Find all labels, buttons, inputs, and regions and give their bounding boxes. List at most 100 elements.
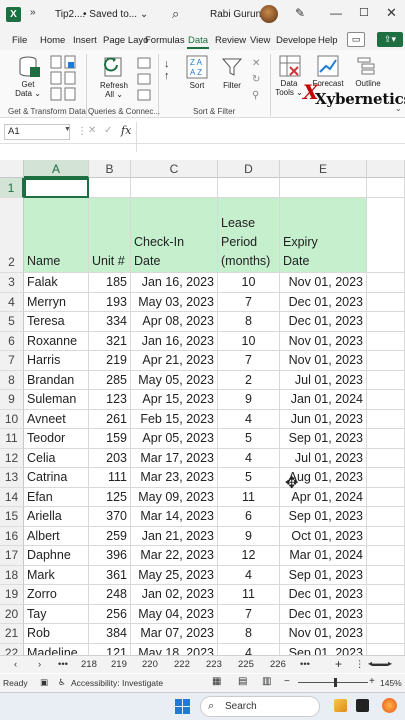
table-cell-lease[interactable]: 11 [218, 585, 280, 605]
tab-home[interactable]: Home [40, 35, 65, 46]
search-icon[interactable]: ⌕ [172, 6, 179, 22]
row-header[interactable]: 4 [0, 292, 24, 312]
table-cell-lease[interactable]: 4 [218, 448, 280, 468]
table-cell-lease[interactable]: 4 [218, 643, 280, 655]
filter-button[interactable]: Filter [216, 81, 248, 90]
pen-icon[interactable]: ✎ [295, 6, 305, 20]
table-header-cell[interactable]: Unit # [89, 198, 131, 273]
user-name[interactable]: Rabi Gurung [210, 9, 267, 20]
table-cell-lease[interactable]: 4 [218, 565, 280, 585]
zoom-slider-handle[interactable] [334, 678, 337, 687]
table-cell-unit[interactable]: 370 [89, 507, 131, 527]
cell[interactable] [367, 409, 405, 429]
table-cell-name[interactable]: Roxanne [24, 331, 89, 351]
refresh-all-button[interactable]: Refresh All ⌄ [96, 81, 132, 99]
quick-access-more-button[interactable]: » [30, 7, 36, 18]
row-header[interactable]: 8 [0, 370, 24, 390]
page-break-view-icon[interactable]: ▥ [262, 676, 271, 687]
table-cell-lease[interactable]: 10 [218, 331, 280, 351]
macro-record-icon[interactable]: ▣ [40, 677, 48, 688]
cell[interactable] [367, 526, 405, 546]
accessibility-status[interactable]: Accessibility: Investigate [71, 678, 163, 688]
table-cell-checkin[interactable]: Apr 15, 2023 [131, 390, 218, 410]
table-cell-name[interactable]: Zorro [24, 585, 89, 605]
minimize-icon[interactable]: — [330, 6, 342, 20]
horizontal-scrollbar[interactable]: ◂▬▬▸ [368, 659, 392, 668]
enter-icon[interactable]: ✓ [104, 125, 112, 136]
table-cell-expiry[interactable]: Oct 01, 2023 [280, 526, 367, 546]
cell[interactable] [367, 390, 405, 410]
row-header[interactable]: 17 [0, 546, 24, 566]
table-cell-unit[interactable]: 361 [89, 565, 131, 585]
table-cell-name[interactable]: Teresa [24, 312, 89, 332]
table-cell-checkin[interactable]: May 03, 2023 [131, 292, 218, 312]
sheets-more-right-icon[interactable]: ••• [300, 659, 310, 670]
cell[interactable] [367, 273, 405, 293]
table-cell-lease[interactable]: 5 [218, 468, 280, 488]
table-cell-checkin[interactable]: Feb 15, 2023 [131, 409, 218, 429]
table-cell-checkin[interactable]: Mar 14, 2023 [131, 507, 218, 527]
table-cell-name[interactable]: Tay [24, 604, 89, 624]
table-cell-unit[interactable]: 321 [89, 331, 131, 351]
tab-help[interactable]: Help [318, 35, 338, 46]
table-cell-lease[interactable]: 2 [218, 370, 280, 390]
cell[interactable] [367, 198, 405, 273]
table-cell-checkin[interactable]: May 25, 2023 [131, 565, 218, 585]
table-cell-name[interactable]: Harris [24, 351, 89, 371]
column-header-e[interactable]: E [280, 160, 367, 178]
table-cell-unit[interactable]: 259 [89, 526, 131, 546]
close-icon[interactable]: ✕ [386, 5, 397, 21]
advanced-filter-icons[interactable]: ✕ ↻ ⚲ [252, 56, 260, 104]
table-cell-expiry[interactable]: Dec 01, 2023 [280, 292, 367, 312]
table-cell-unit[interactable]: 256 [89, 604, 131, 624]
comment-icon[interactable]: ▭ [347, 32, 365, 47]
cell[interactable] [367, 468, 405, 488]
row-header[interactable]: 3 [0, 273, 24, 293]
table-cell-name[interactable]: Teodor [24, 429, 89, 449]
share-icon[interactable]: ⇪▾ [377, 32, 403, 47]
sort-button[interactable]: Sort [184, 81, 210, 90]
table-cell-unit[interactable]: 203 [89, 448, 131, 468]
table-cell-unit[interactable]: 384 [89, 624, 131, 644]
name-box-dropdown-icon[interactable]: ▼ [64, 126, 71, 133]
table-cell-name[interactable]: Mark [24, 565, 89, 585]
get-data-button[interactable]: Get Data ⌄ [12, 80, 44, 98]
spreadsheet-grid[interactable]: A B C D E 1 2 Name Unit # Check-In Date Lease Peri… [0, 160, 405, 655]
tab-view[interactable]: View [250, 35, 270, 46]
table-cell-expiry[interactable]: Dec 01, 2023 [280, 604, 367, 624]
cell[interactable] [367, 429, 405, 449]
cell[interactable] [367, 643, 405, 655]
table-cell-checkin[interactable]: Apr 21, 2023 [131, 351, 218, 371]
collapse-ribbon-icon[interactable]: ⌄ [395, 104, 402, 113]
table-cell-expiry[interactable]: Dec 01, 2023 [280, 312, 367, 332]
table-cell-checkin[interactable]: Apr 05, 2023 [131, 429, 218, 449]
cell[interactable] [367, 178, 405, 198]
table-cell-name[interactable]: Catrina [24, 468, 89, 488]
cell[interactable] [89, 178, 131, 198]
table-header-cell[interactable]: Name [24, 198, 89, 273]
table-cell-lease[interactable]: 12 [218, 546, 280, 566]
table-header-cell[interactable]: Check-In Date [131, 198, 218, 273]
table-cell-checkin[interactable]: Jan 16, 2023 [131, 273, 218, 293]
table-cell-lease[interactable]: 8 [218, 624, 280, 644]
table-cell-expiry[interactable]: Sep 01, 2023 [280, 565, 367, 585]
table-cell-name[interactable]: Brandan [24, 370, 89, 390]
zoom-slider[interactable] [298, 682, 368, 683]
table-cell-checkin[interactable]: Mar 17, 2023 [131, 448, 218, 468]
table-cell-lease[interactable]: 8 [218, 312, 280, 332]
tab-review[interactable]: Review [215, 35, 246, 46]
row-header[interactable]: 21 [0, 624, 24, 644]
row-header[interactable]: 13 [0, 468, 24, 488]
insert-function-button[interactable]: fx [121, 124, 131, 137]
cell[interactable] [367, 370, 405, 390]
sort-az-icon[interactable]: ↓ ↑ [164, 58, 170, 82]
sheet-tab[interactable]: 226 [270, 659, 286, 670]
table-cell-checkin[interactable]: Apr 08, 2023 [131, 312, 218, 332]
cell[interactable] [367, 546, 405, 566]
table-cell-lease[interactable]: 9 [218, 390, 280, 410]
data-tools-button[interactable]: Data Tools ⌄ [272, 79, 306, 97]
table-cell-checkin[interactable]: May 18, 2023 [131, 643, 218, 655]
sheet-tab[interactable]: 219 [111, 659, 127, 670]
table-cell-unit[interactable]: 261 [89, 409, 131, 429]
tab-insert[interactable]: Insert [73, 35, 97, 46]
